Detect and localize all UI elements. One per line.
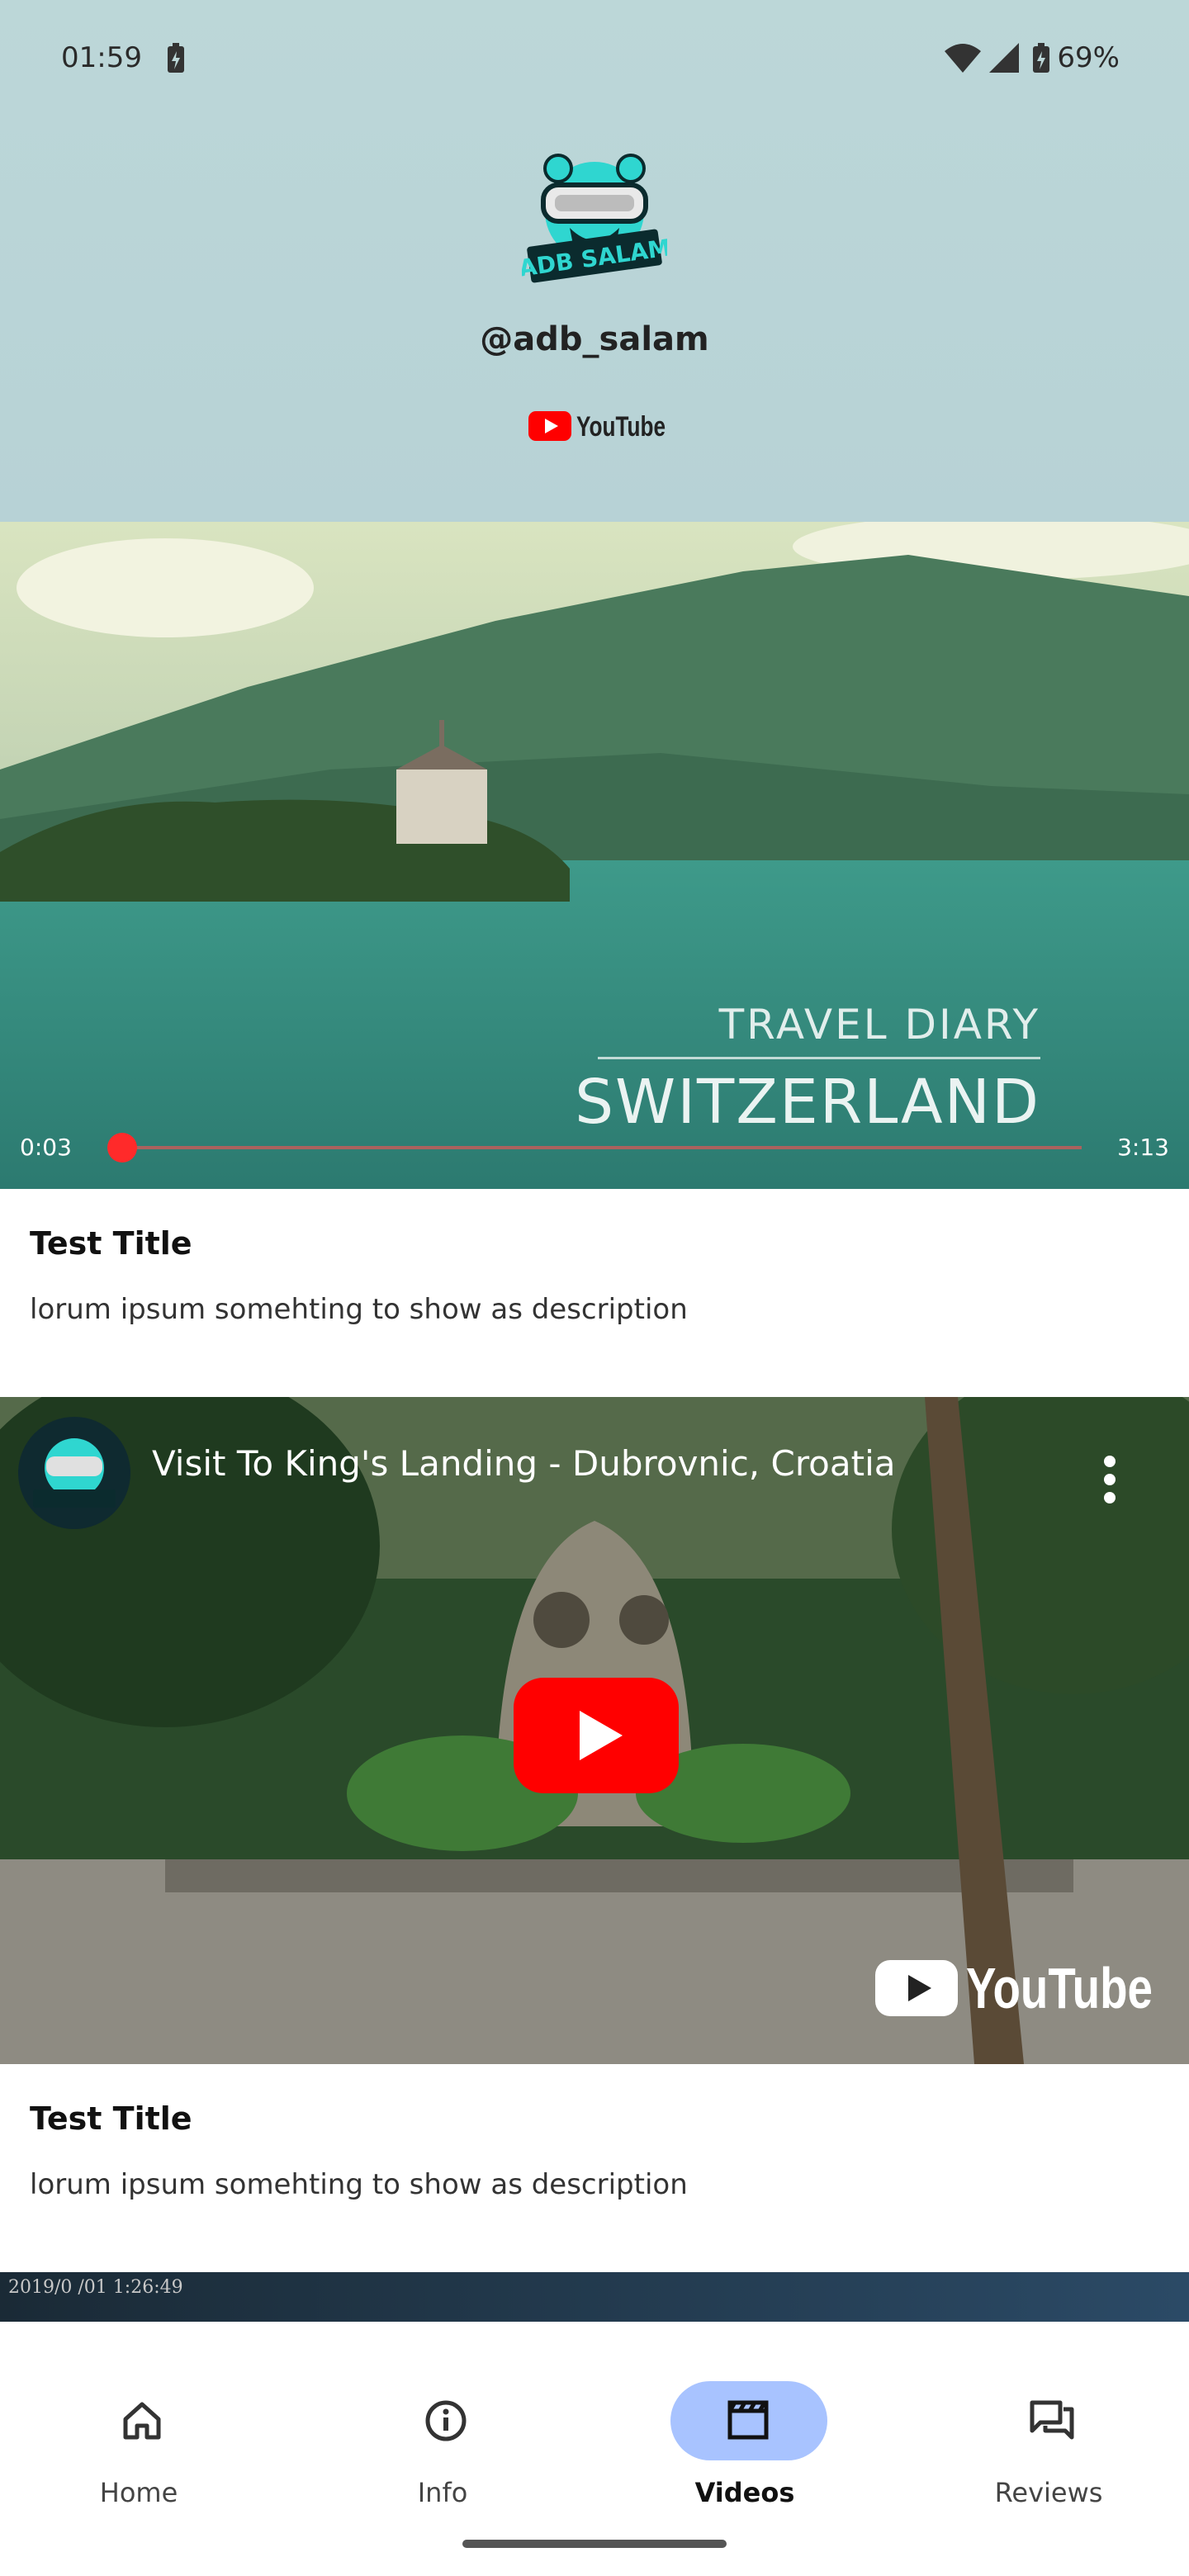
video-player-switzerland[interactable]: TRAVEL DIARY SWITZERLAND 0:03 3:13 [0, 522, 1189, 1189]
nav-item-home[interactable]: Home [31, 2351, 246, 2517]
nav-item-info[interactable]: Info [335, 2351, 550, 2517]
info-icon [425, 2400, 467, 2441]
battery-charging-icon [168, 43, 184, 73]
video-player-partial[interactable]: 2019/0 /01 1:26:49 [0, 2272, 1189, 2322]
card-title: Test Title [30, 2100, 192, 2137]
video-progress-track[interactable] [124, 1146, 1082, 1149]
status-bar: 01:59 69% [0, 0, 1189, 116]
nav-label-home: Home [99, 2477, 178, 2508]
youtube-logo: YouTube [528, 411, 666, 443]
avatar-logo-icon [33, 1438, 116, 1508]
signal-icon [989, 43, 1019, 73]
youtube-watermark[interactable]: YouTube [875, 1949, 1156, 2023]
battery-percentage: 69% [1057, 41, 1120, 74]
play-button-icon[interactable] [514, 1678, 679, 1793]
status-time: 01:59 [61, 41, 142, 74]
bottom-navigation: Home Info Videos Reviews [0, 2322, 1189, 2576]
video-progress-knob[interactable] [107, 1133, 137, 1163]
channel-handle: @adb_salam [480, 320, 709, 358]
more-options-icon[interactable] [1103, 1455, 1116, 1504]
nav-label-reviews: Reviews [994, 2477, 1103, 2508]
battery-icon [1033, 43, 1049, 73]
youtube-watermark-text: YouTube [966, 1956, 1153, 2020]
video-player-croatia[interactable]: Visit To King's Landing - Dubrovnic, Cro… [0, 1397, 1189, 2064]
nav-item-videos[interactable]: Videos [637, 2351, 852, 2517]
reviews-icon [1030, 2400, 1074, 2440]
videos-icon [727, 2400, 769, 2440]
video-total-time: 3:13 [1117, 1134, 1169, 1161]
card-description: lorum ipsum somehting to show as descrip… [30, 1293, 688, 1326]
card-title: Test Title [30, 1225, 192, 1262]
channel-avatar[interactable] [18, 1417, 130, 1529]
card-description: lorum ipsum somehting to show as descrip… [30, 2168, 688, 2201]
video-timestamp-overlay: 2019/0 /01 1:26:49 [8, 2277, 183, 2298]
nav-label-info: Info [417, 2477, 468, 2508]
embedded-video-title[interactable]: Visit To King's Landing - Dubrovnic, Cro… [152, 1443, 895, 1484]
video-overlay-subtitle: TRAVEL DIARY [718, 1001, 1040, 1049]
profile-header: 01:59 69% ADB SALAM @adb_salam YouTube [0, 0, 1189, 522]
home-icon [123, 2402, 161, 2440]
nav-label-videos: Videos [694, 2477, 795, 2508]
video-current-time: 0:03 [20, 1134, 72, 1161]
gesture-navigation-bar[interactable] [462, 2540, 727, 2548]
video-overlay-title: SWITZERLAND [575, 1067, 1040, 1138]
video-overlay-divider [598, 1057, 1040, 1059]
youtube-logo-text: YouTube [576, 411, 666, 443]
wifi-icon [945, 44, 981, 73]
channel-logo: ADB SALAM [522, 154, 667, 283]
nav-item-reviews[interactable]: Reviews [941, 2351, 1156, 2517]
